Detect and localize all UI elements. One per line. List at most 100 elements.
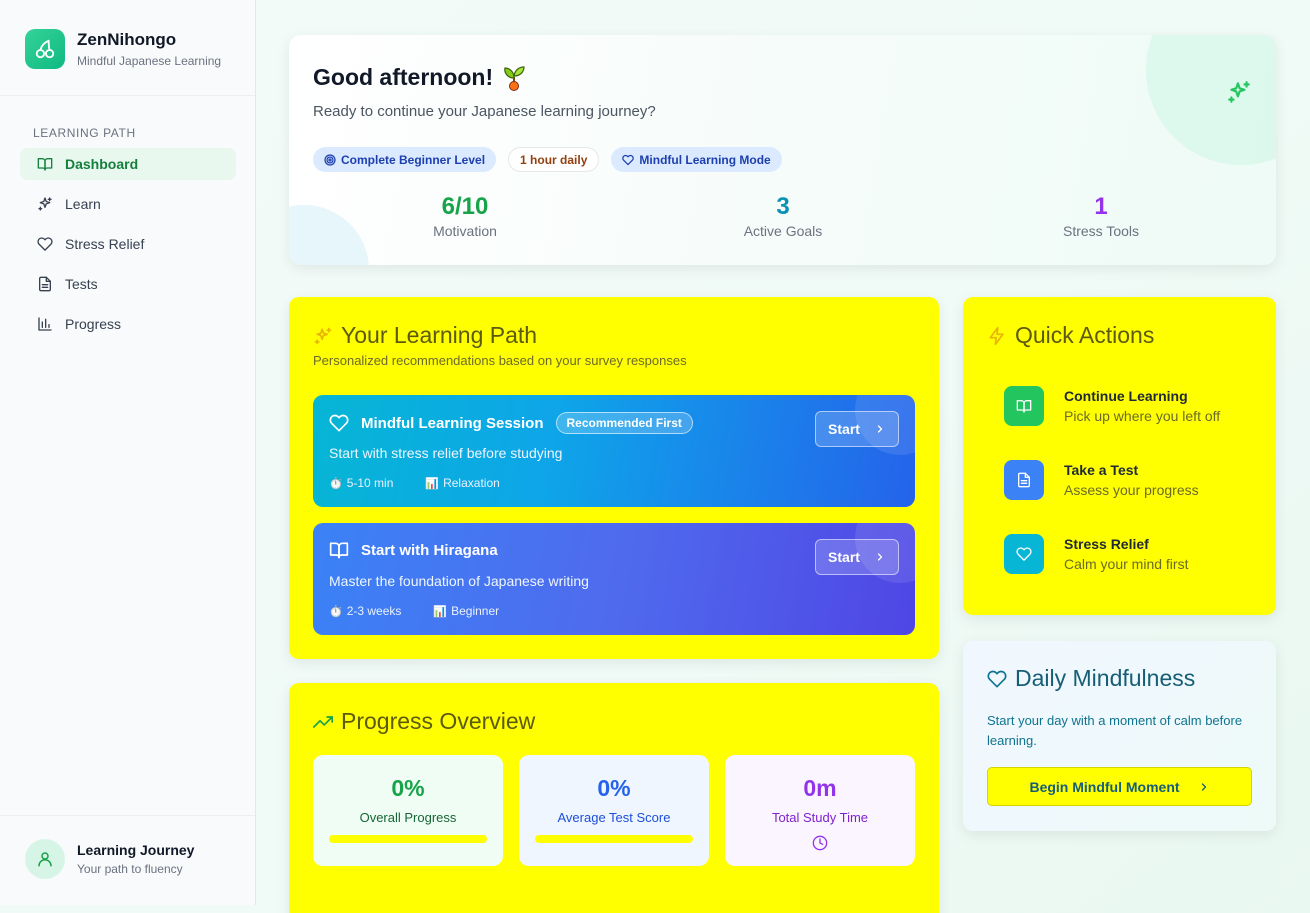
sidebar-item-label: Dashboard xyxy=(65,156,139,172)
greeting-subtitle: Ready to continue your Japanese learning… xyxy=(313,103,656,120)
sidebar-divider xyxy=(0,815,255,816)
recommendation-title: Mindful Learning Session xyxy=(361,414,544,432)
learning-path-title: Your Learning Path xyxy=(313,322,537,349)
progress-label: Total Study Time xyxy=(771,810,869,825)
decorative-circle xyxy=(289,205,369,265)
begin-mindful-moment-button[interactable]: Begin Mindful Moment xyxy=(987,767,1252,806)
quick-action-title: Take a Test xyxy=(1064,462,1139,478)
profile-chips: Complete Beginner Level 1 hour daily Min… xyxy=(313,147,794,172)
recommendation-card[interactable]: Start with Hiragana Master the foundatio… xyxy=(313,523,915,635)
brand-subtitle: Mindful Japanese Learning xyxy=(77,54,222,68)
button-label: Start xyxy=(828,421,860,437)
quick-action-subtitle: Pick up where you left off xyxy=(1064,408,1221,424)
time-chip: 1 hour daily xyxy=(508,147,600,172)
sidebar-item-label: Stress Relief xyxy=(65,236,145,252)
quick-action-take-test[interactable]: Take a Test Assess your progress xyxy=(1004,460,1199,500)
lightning-icon xyxy=(987,326,1007,346)
start-button[interactable]: Start xyxy=(815,411,899,447)
target-icon xyxy=(324,153,336,166)
sidebar-item-label: Progress xyxy=(65,316,122,332)
card-title-text: Your Learning Path xyxy=(341,322,538,348)
recommendation-description: Start with stress relief before studying xyxy=(329,445,563,461)
card-title-text: Daily Mindfulness xyxy=(1015,665,1196,691)
journey-title: Learning Journey xyxy=(77,842,195,858)
learning-path-subtitle: Personalized recommendations based on yo… xyxy=(313,353,687,368)
file-text-icon xyxy=(1004,460,1044,500)
brand[interactable]: ZenNihongo Mindful Japanese Learning xyxy=(25,29,221,69)
book-open-icon xyxy=(329,540,349,560)
heart-icon xyxy=(622,154,635,166)
recommendation-meta: ⏱️ 2-3 weeks 📊 Beginner xyxy=(329,604,531,618)
chart-icon: 📊 xyxy=(425,477,440,490)
sidebar-item-tests[interactable]: Tests xyxy=(20,268,236,300)
recommendation-description: Master the foundation of Japanese writin… xyxy=(329,573,589,589)
sidebar-nav: Dashboard Learn Stress Relief Tests Prog… xyxy=(20,148,236,348)
heart-icon xyxy=(329,413,349,433)
stat-value: 6/10 xyxy=(441,193,489,220)
heart-icon xyxy=(36,235,54,253)
progress-bar xyxy=(329,835,487,843)
chip-label: Complete Beginner Level xyxy=(341,152,486,167)
heart-icon xyxy=(987,669,1007,689)
total-study-time-box: 0m Total Study Time xyxy=(725,755,915,866)
stat-active-goals: 3 Active Goals xyxy=(683,193,883,239)
seedling-icon xyxy=(501,63,527,91)
category-text: Beginner xyxy=(451,604,500,618)
quick-action-continue-learning[interactable]: Continue Learning Pick up where you left… xyxy=(1004,386,1220,426)
cherries-icon xyxy=(25,29,65,69)
stat-label: Active Goals xyxy=(743,223,823,239)
average-test-score-box: 0% Average Test Score xyxy=(519,755,709,866)
recommendation-card[interactable]: Mindful Learning Session Recommended Fir… xyxy=(313,395,915,507)
clock-icon xyxy=(812,835,828,851)
stat-label: Stress Tools xyxy=(1063,223,1139,239)
section-label: LEARNING PATH xyxy=(33,126,136,140)
user-icon xyxy=(25,839,65,879)
recommendation-title: Start with Hiragana xyxy=(361,541,498,559)
learning-journey[interactable]: Learning Journey Your path to fluency xyxy=(25,839,194,879)
daily-mindfulness-card: Daily Mindfulness Start your day with a … xyxy=(963,641,1276,831)
progress-overview-title: Progress Overview xyxy=(313,708,535,735)
progress-bar xyxy=(535,835,693,843)
journey-subtitle: Your path to fluency xyxy=(77,862,183,876)
quick-action-title: Continue Learning xyxy=(1064,388,1188,404)
progress-overview-card: Progress Overview 0% Overall Progress 0%… xyxy=(289,683,939,913)
sidebar-item-learn[interactable]: Learn xyxy=(20,188,236,220)
recommendation-meta: ⏱️ 5-10 min 📊 Relaxation xyxy=(329,476,532,490)
bar-chart-icon xyxy=(36,315,54,333)
learning-path-card: Your Learning Path Personalized recommen… xyxy=(289,297,939,659)
sidebar: ZenNihongo Mindful Japanese Learning LEA… xyxy=(0,0,256,905)
duration-text: 2-3 weeks xyxy=(346,604,402,618)
button-label: Begin Mindful Moment xyxy=(1029,778,1180,795)
quick-actions-card: Quick Actions Continue Learning Pick up … xyxy=(963,297,1276,615)
progress-value: 0m xyxy=(803,775,837,801)
quick-actions-title: Quick Actions xyxy=(987,322,1154,349)
progress-value: 0% xyxy=(597,775,631,801)
stat-label: Motivation xyxy=(433,223,497,239)
brand-name: ZenNihongo xyxy=(77,30,177,49)
file-text-icon xyxy=(36,275,54,293)
quick-action-stress-relief[interactable]: Stress Relief Calm your mind first xyxy=(1004,534,1188,574)
duration-text: 5-10 min xyxy=(346,476,394,490)
mode-chip: Mindful Learning Mode xyxy=(611,147,782,172)
button-label: Start xyxy=(828,549,860,565)
sidebar-item-progress[interactable]: Progress xyxy=(20,308,236,340)
quick-action-subtitle: Calm your mind first xyxy=(1064,556,1189,572)
sparkles-icon xyxy=(1226,79,1252,110)
stat-value: 3 xyxy=(776,193,790,220)
sidebar-item-label: Tests xyxy=(65,276,98,292)
category-text: Relaxation xyxy=(443,476,500,490)
app-root: ZenNihongo Mindful Japanese Learning LEA… xyxy=(0,0,1310,913)
greeting-text: Good afternoon! xyxy=(313,63,494,90)
stat-value: 1 xyxy=(1094,193,1108,220)
stat-motivation: 6/10 Motivation xyxy=(365,193,565,239)
start-button[interactable]: Start xyxy=(815,539,899,575)
sparkles-icon xyxy=(36,195,54,213)
mindfulness-title: Daily Mindfulness xyxy=(987,665,1195,692)
sidebar-item-stress-relief[interactable]: Stress Relief xyxy=(20,228,236,260)
overall-progress-box: 0% Overall Progress xyxy=(313,755,503,866)
mindfulness-description: Start your day with a moment of calm bef… xyxy=(987,713,1243,748)
sidebar-item-dashboard[interactable]: Dashboard xyxy=(20,148,236,180)
progress-value: 0% xyxy=(391,775,425,801)
stat-stress-tools: 1 Stress Tools xyxy=(1001,193,1201,239)
book-open-icon xyxy=(36,155,54,173)
